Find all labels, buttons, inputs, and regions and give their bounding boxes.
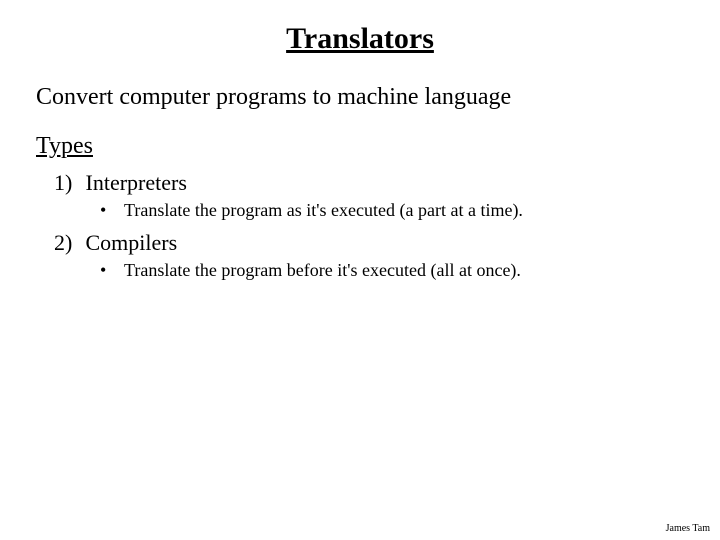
- item-label: Interpreters: [86, 170, 187, 195]
- section-heading: Types: [36, 133, 684, 160]
- footer-author: James Tam: [666, 523, 710, 534]
- item-number: 2): [54, 230, 80, 256]
- subtitle: Convert computer programs to machine lan…: [36, 84, 684, 111]
- types-list: 1) Interpreters Translate the program as…: [36, 170, 684, 283]
- list-item: 2) Compilers Translate the program befor…: [54, 230, 684, 282]
- page-title: Translators: [36, 22, 684, 56]
- list-item: 1) Interpreters Translate the program as…: [54, 170, 684, 222]
- sub-item: Translate the program as it's executed (…: [100, 198, 684, 222]
- item-label: Compilers: [86, 230, 178, 255]
- item-number: 1): [54, 170, 80, 196]
- sub-item: Translate the program before it's execut…: [100, 258, 684, 282]
- slide: Translators Convert computer programs to…: [0, 0, 720, 540]
- sub-list: Translate the program as it's executed (…: [54, 198, 684, 222]
- sub-list: Translate the program before it's execut…: [54, 258, 684, 282]
